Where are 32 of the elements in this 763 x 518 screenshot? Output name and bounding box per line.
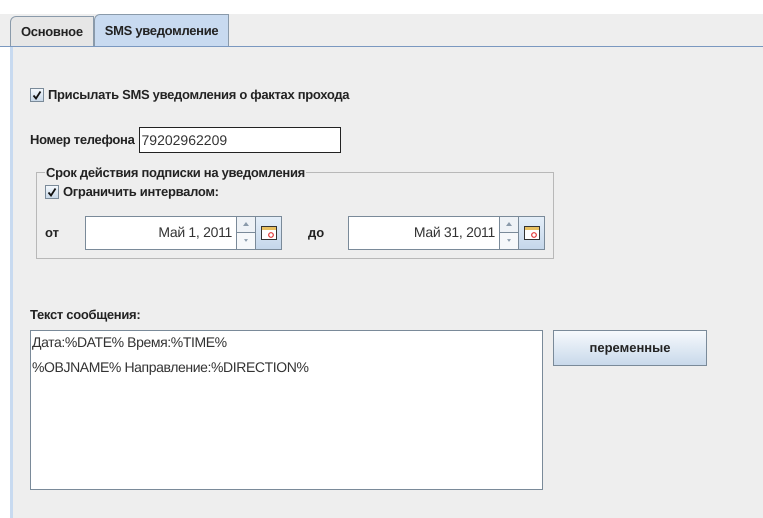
down-arrow-icon — [507, 239, 511, 242]
checkbox-label: Ограничить интервалом: — [63, 183, 219, 201]
message-text-area[interactable]: Дата:%DATE% Время:%TIME% %OBJNAME% Направление:%DIRECTION% — [30, 330, 543, 490]
check-icon — [47, 186, 57, 197]
checkbox-label: Присылать SMS уведомления о фактах прохода — [48, 86, 350, 104]
group-title: Срок действия подписки на уведомления — [45, 164, 306, 182]
up-arrow-icon — [243, 222, 249, 226]
date-value: Май 1, 2011 — [158, 223, 232, 242]
date-label: до — [308, 224, 326, 242]
tab[interactable]: Основное — [10, 16, 94, 46]
calendar-icon — [260, 226, 276, 240]
checkbox[interactable] — [45, 184, 59, 199]
down-arrow-icon — [244, 239, 248, 242]
message-line: %OBJNAME% Направление:%DIRECTION% — [32, 358, 310, 376]
spin-up-button[interactable] — [237, 216, 255, 233]
date-field[interactable]: Май 31, 2011 — [348, 216, 500, 250]
phone-field[interactable]: 79202962209 — [138, 126, 340, 152]
checkbox[interactable] — [30, 88, 44, 102]
spin-up-button[interactable] — [500, 216, 518, 233]
date-field[interactable]: Май 1, 2011 — [85, 216, 237, 250]
check-icon — [32, 90, 42, 100]
message-label: Текст сообщения: — [30, 306, 142, 324]
tab[interactable]: SMS уведомление — [94, 14, 230, 46]
up-arrow-icon — [506, 222, 512, 226]
calendar-button[interactable] — [519, 216, 545, 250]
phone-label: Номер телефона — [30, 130, 136, 149]
message-line: Дата:%DATE% Время:%TIME% — [32, 333, 228, 351]
date-value: Май 31, 2011 — [414, 223, 495, 242]
calendar-icon — [524, 226, 540, 240]
variables-button[interactable]: переменные — [553, 330, 707, 366]
date-label: от — [45, 224, 60, 242]
calendar-button[interactable] — [256, 216, 282, 250]
